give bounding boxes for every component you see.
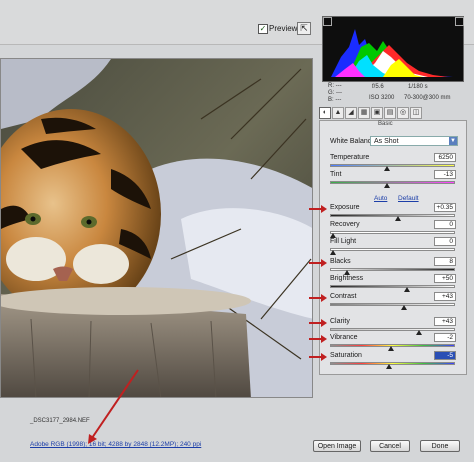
- fullscreen-icon[interactable]: ⇱: [297, 22, 311, 35]
- slider-track[interactable]: [330, 362, 455, 365]
- slider-value-field[interactable]: -5: [434, 351, 456, 360]
- histogram: [322, 16, 464, 82]
- slider-label: Contrast: [330, 293, 357, 300]
- annotation-arrow: [309, 335, 327, 343]
- slider-label: Blacks: [330, 258, 351, 265]
- slider-track[interactable]: [330, 328, 455, 331]
- filename: _DSC3177_2984.NEF: [30, 418, 90, 424]
- preview-checkbox[interactable]: ✓: [258, 24, 268, 34]
- default-link[interactable]: Default: [398, 195, 419, 202]
- panel-tab[interactable]: ▲: [332, 107, 344, 119]
- panel-tab[interactable]: ◫: [410, 107, 422, 119]
- slider-track[interactable]: [330, 303, 455, 306]
- slider-label: Clarity: [330, 318, 350, 325]
- highlight-clipping-icon[interactable]: [455, 17, 464, 26]
- chevron-down-icon[interactable]: ▼: [449, 137, 457, 145]
- slider-thumb[interactable]: [395, 216, 402, 221]
- r-readout: R: ---: [328, 83, 342, 89]
- annotation-arrow: [309, 294, 327, 302]
- preview-label: Preview: [269, 24, 298, 33]
- workflow-options-link[interactable]: Adobe RGB (1998); 16 bit; 4288 by 2848 (…: [30, 441, 201, 448]
- slider-track[interactable]: [330, 164, 455, 167]
- panel-tab[interactable]: ▣: [371, 107, 383, 119]
- b-readout: B: ---: [328, 97, 342, 103]
- panel-tabs: ◐ ▲ ◢ ▦ ▣ ▤ ◎ ◫: [319, 107, 467, 119]
- panel-title: Basic: [378, 121, 393, 127]
- tiger-photo: [1, 59, 312, 397]
- annotation-arrow: [309, 259, 327, 267]
- slider-thumb[interactable]: [415, 330, 422, 335]
- slider-label: Fill Light: [330, 238, 357, 245]
- slider-thumb[interactable]: [385, 364, 392, 369]
- slider-value-field[interactable]: -13: [434, 170, 456, 179]
- slider-label: Recovery: [330, 221, 360, 228]
- white-balance-select[interactable]: As Shot: [370, 136, 458, 146]
- slider-thumb[interactable]: [403, 287, 410, 292]
- slider-label: Vibrance: [330, 334, 358, 341]
- panel-tab[interactable]: ▦: [358, 107, 370, 119]
- shadow-clipping-icon[interactable]: [323, 17, 332, 26]
- panel-tab[interactable]: ▤: [384, 107, 396, 119]
- panel-tab[interactable]: ◎: [397, 107, 409, 119]
- slider-value-field[interactable]: 6250: [434, 153, 456, 162]
- annotation-arrow: [309, 205, 327, 213]
- histogram-graph: [331, 29, 453, 77]
- slider-label: Tint: [330, 171, 342, 178]
- slider-track[interactable]: [330, 285, 455, 288]
- slider-track[interactable]: [330, 181, 455, 184]
- slider-thumb[interactable]: [383, 166, 390, 171]
- slider-value-field[interactable]: 0: [434, 237, 456, 246]
- panel-tab[interactable]: ◐: [319, 107, 331, 119]
- image-preview[interactable]: [0, 58, 313, 398]
- slider-label: Saturation: [330, 352, 362, 359]
- slider-track[interactable]: [330, 231, 455, 234]
- iso: ISO 3200: [369, 95, 395, 101]
- done-button[interactable]: Done: [420, 440, 460, 452]
- slider-value-field[interactable]: 0: [434, 220, 456, 229]
- slider-track[interactable]: [330, 214, 455, 217]
- slider-thumb[interactable]: [388, 346, 395, 351]
- g-readout: G: ---: [328, 90, 343, 96]
- slider-label: Brightness: [330, 275, 364, 282]
- aperture: f/5.6: [372, 84, 384, 90]
- lens: 70-300@300 mm: [404, 95, 451, 101]
- slider-value-field[interactable]: -2: [434, 333, 456, 342]
- slider-thumb[interactable]: [401, 305, 408, 310]
- slider-value-field[interactable]: +50: [434, 274, 456, 283]
- open-image-button[interactable]: Open Image: [313, 440, 361, 452]
- annotation-arrow: [309, 319, 327, 327]
- slider-track[interactable]: [330, 248, 455, 251]
- slider-value-field[interactable]: +0.35: [434, 203, 456, 212]
- panel-tab[interactable]: ◢: [345, 107, 357, 119]
- slider-label: Exposure: [330, 204, 360, 211]
- annotation-arrow: [309, 353, 327, 361]
- slider-label: Temperature: [330, 154, 370, 161]
- slider-value-field[interactable]: +43: [434, 317, 456, 326]
- slider-thumb[interactable]: [383, 183, 390, 188]
- slider-value-field[interactable]: +43: [434, 292, 456, 301]
- slider-value-field[interactable]: 8: [434, 257, 456, 266]
- slider-thumb[interactable]: [330, 250, 336, 255]
- shutter-speed: 1/180 s: [408, 84, 428, 90]
- auto-link[interactable]: Auto: [374, 195, 387, 202]
- cancel-button[interactable]: Cancel: [370, 440, 410, 452]
